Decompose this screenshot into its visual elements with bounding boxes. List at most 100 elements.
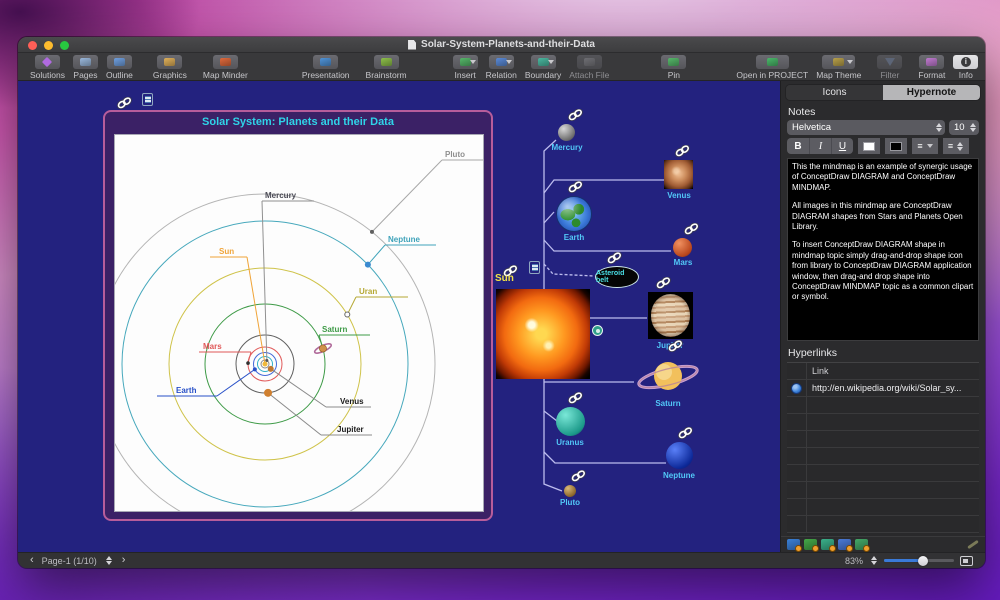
- toolbar-button-label: Format: [918, 70, 946, 80]
- font-size-stepper[interactable]: [968, 121, 977, 134]
- solutions-button[interactable]: Solutions: [26, 55, 69, 80]
- add-page-link-icon[interactable]: [804, 539, 819, 552]
- relation-button[interactable]: Relation: [482, 55, 521, 80]
- topic-mercury[interactable]: [558, 124, 575, 141]
- brainstorm-button[interactable]: Brainstorm: [362, 55, 411, 80]
- earth-hyperlink-icon[interactable]: [567, 180, 583, 198]
- uranus-hyperlink-icon[interactable]: [567, 391, 583, 409]
- background-color-button[interactable]: [885, 138, 907, 154]
- saturn-hyperlink-icon[interactable]: [667, 339, 683, 357]
- topic-asteroid-belt[interactable]: Asteroid belt: [595, 266, 639, 288]
- zoom-window-button[interactable]: [60, 41, 69, 50]
- next-page-button[interactable]: ›: [122, 555, 126, 566]
- italic-button[interactable]: I: [809, 138, 831, 154]
- open-in-project-button[interactable]: Open in PROJECT: [732, 55, 812, 80]
- tab-icons[interactable]: Icons: [786, 85, 883, 100]
- bold-button[interactable]: B: [787, 138, 809, 154]
- info-button[interactable]: i Info: [949, 55, 982, 80]
- add-topic-link-icon[interactable]: [855, 539, 870, 552]
- solar-system-diagram-topic[interactable]: Solar System: Planets and their Data Plu…: [103, 110, 493, 521]
- text-color-button[interactable]: [858, 138, 880, 154]
- neptune-hyperlink-icon[interactable]: [677, 426, 693, 444]
- topic-uranus[interactable]: [556, 407, 585, 436]
- list-style-button[interactable]: ≡: [912, 138, 938, 154]
- orbit-diagram-svg: Pluto Mercury Neptune Sun Uran Saturn Mars Eart…: [115, 150, 483, 511]
- empty-hyperlink-row: [787, 414, 979, 431]
- font-family-stepper[interactable]: [934, 121, 943, 134]
- orbit-label-jupiter: Jupiter: [337, 425, 364, 434]
- empty-hyperlink-row: [787, 465, 979, 482]
- topic-jupiter[interactable]: [648, 292, 693, 339]
- font-family-select[interactable]: Helvetica: [787, 120, 945, 135]
- branch-line: [543, 211, 555, 224]
- earth-label: Earth: [563, 233, 585, 242]
- alignment-stepper: [955, 141, 964, 152]
- jupiter-hyperlink-icon[interactable]: [655, 276, 671, 294]
- tab-hypernote[interactable]: Hypernote: [883, 85, 980, 100]
- add-comment-icon[interactable]: [838, 539, 853, 552]
- venus-hyperlink-icon[interactable]: [674, 144, 690, 162]
- notes-text-area[interactable]: This the mindmap is an example of synerg…: [787, 158, 979, 341]
- pluto-hyperlink-icon[interactable]: [570, 469, 586, 487]
- toolbar-group: Map Theme: [812, 55, 865, 80]
- zoom-stepper[interactable]: [869, 554, 878, 567]
- hyperlink-url: http://en.wikipedia.org/wiki/Solar_sy...: [812, 383, 962, 393]
- filter-button[interactable]: Filter: [873, 55, 906, 80]
- topic-mars[interactable]: [673, 238, 692, 257]
- collapse-badge[interactable]: [592, 325, 603, 336]
- format-button[interactable]: Format: [914, 55, 949, 80]
- toolbar-button-label: Graphics: [152, 70, 187, 80]
- add-hyperlink-icon[interactable]: [787, 539, 802, 552]
- toolbar-button-label: Solutions: [30, 70, 65, 80]
- zoom-slider[interactable]: [884, 555, 954, 566]
- outline-icon-glyph: [113, 58, 125, 66]
- close-window-button[interactable]: [28, 41, 37, 50]
- edit-pencil-icon[interactable]: [967, 539, 979, 550]
- chevron-down-icon: [469, 60, 476, 64]
- asteroid-belt-hyperlink-icon[interactable]: [606, 251, 622, 269]
- filter-icon: [877, 55, 903, 69]
- mercury-hyperlink-icon[interactable]: [567, 108, 583, 126]
- minimize-window-button[interactable]: [44, 41, 53, 50]
- attach-file-icon-glyph: [583, 58, 595, 66]
- empty-hyperlink-row: [787, 431, 979, 448]
- topic-saturn[interactable]: [635, 357, 701, 402]
- pages-button[interactable]: Pages: [69, 55, 102, 80]
- mars-hyperlink-icon[interactable]: [683, 222, 699, 240]
- zoom-slider-thumb[interactable]: [917, 555, 928, 566]
- boundary-button[interactable]: Boundary: [521, 55, 565, 80]
- graphics-button[interactable]: Graphics: [149, 55, 191, 80]
- diagram-note-icon[interactable]: [142, 93, 153, 106]
- topic-sun[interactable]: [496, 289, 590, 379]
- hyperlink-row[interactable]: http://en.wikipedia.org/wiki/Solar_sy...: [787, 380, 979, 397]
- filter-icon-glyph: [884, 58, 895, 66]
- toolbar-button-label: Boundary: [524, 70, 562, 80]
- notes-paragraph: This the mindmap is an example of synerg…: [792, 162, 973, 192]
- orbit-pluto: [115, 193, 436, 511]
- underline-button[interactable]: U: [831, 138, 853, 154]
- font-family-value: Helvetica: [792, 122, 832, 133]
- page-stepper[interactable]: [105, 554, 114, 567]
- topic-button[interactable]: Topic: [982, 55, 985, 80]
- toolbar-group: Graphics: [149, 55, 191, 80]
- map-theme-button[interactable]: Map Theme: [812, 55, 865, 80]
- sun-note-icon[interactable]: [529, 261, 540, 274]
- map-minder-button[interactable]: Map Minder: [199, 55, 252, 80]
- previous-page-button[interactable]: ‹: [30, 555, 34, 566]
- add-task-link-icon[interactable]: [821, 539, 836, 552]
- topic-neptune[interactable]: [666, 442, 693, 469]
- pin-button[interactable]: Pin: [657, 55, 690, 80]
- insert-button[interactable]: Insert: [449, 55, 482, 80]
- orbit-label-mars: Mars: [203, 342, 222, 351]
- outline-button[interactable]: Outline: [102, 55, 137, 80]
- presentation-button[interactable]: Presentation: [298, 55, 354, 80]
- toolbar-button-label: Brainstorm: [365, 70, 407, 80]
- alignment-button[interactable]: ≡: [943, 138, 969, 154]
- topic-venus[interactable]: [664, 160, 693, 189]
- topic-earth[interactable]: [556, 196, 592, 232]
- toolbar-group: Filter: [873, 55, 906, 80]
- fit-page-button[interactable]: [960, 555, 973, 566]
- attach-file-button[interactable]: Attach File: [565, 55, 613, 80]
- font-size-select[interactable]: 10: [949, 120, 979, 135]
- mindmap-canvas[interactable]: Solar System: Planets and their Data Plu…: [18, 81, 780, 552]
